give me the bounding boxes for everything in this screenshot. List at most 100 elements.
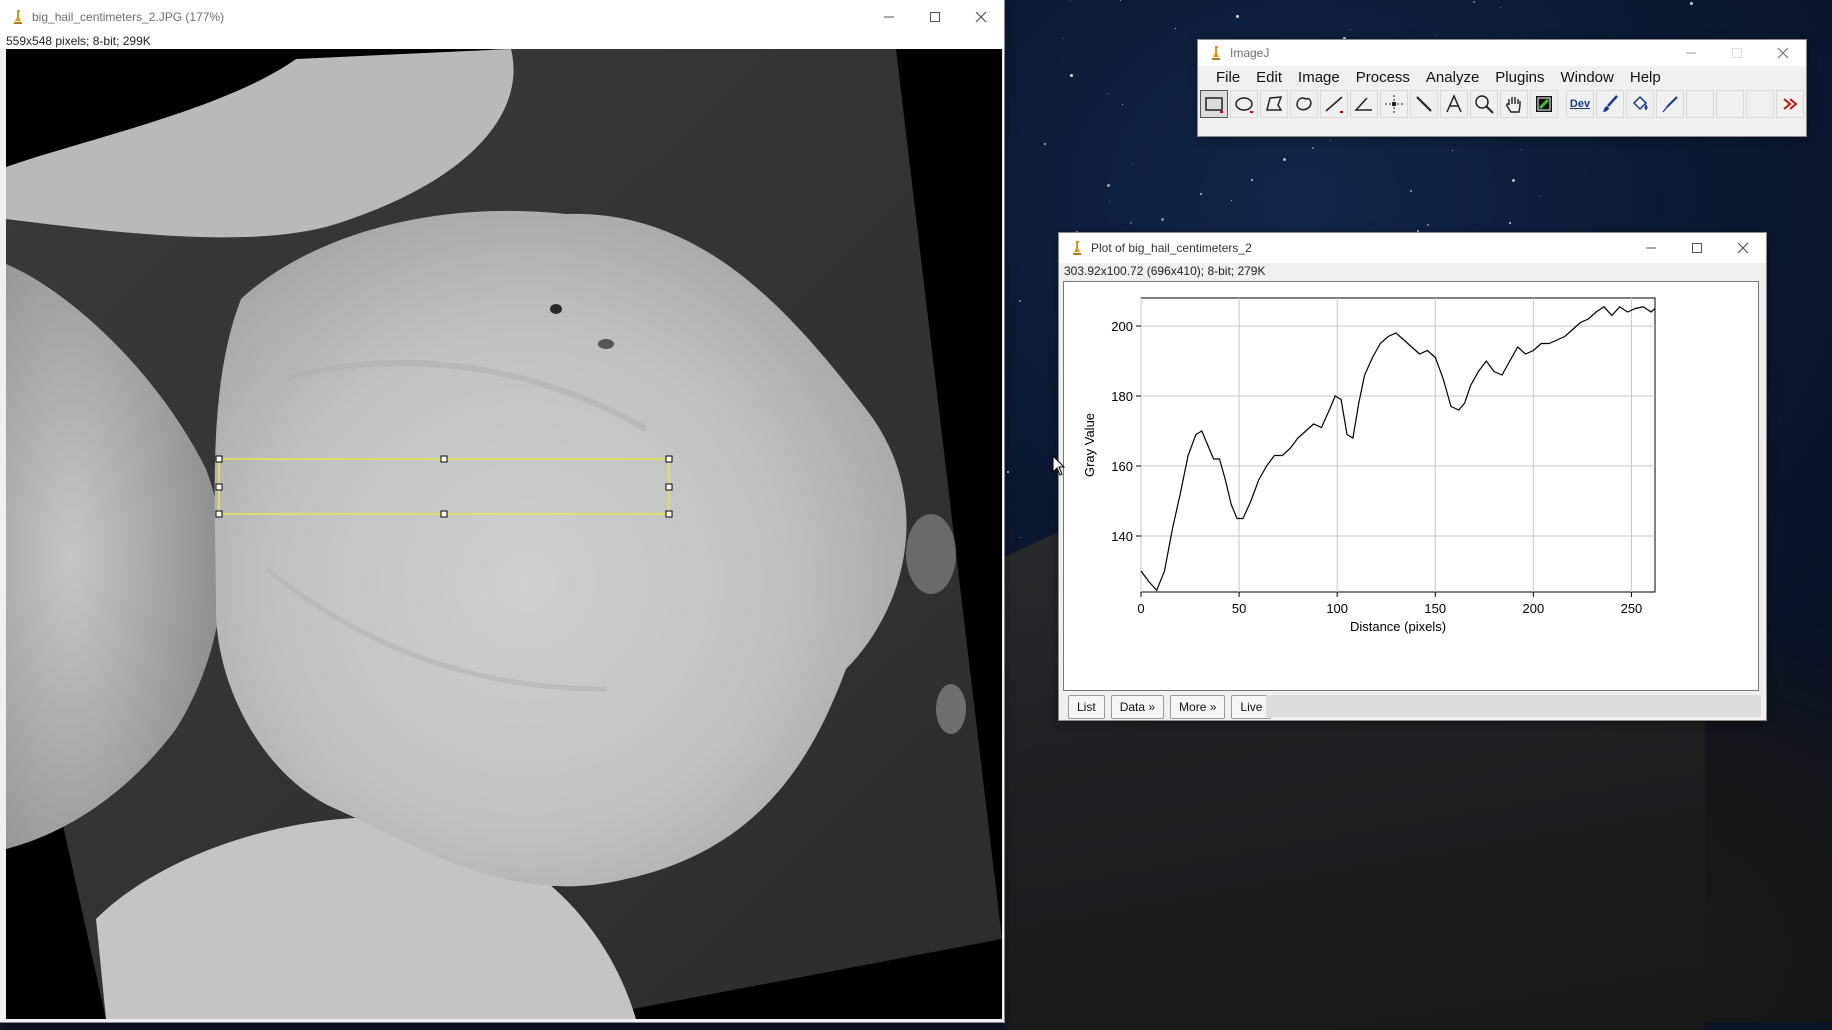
line-tool[interactable] — [1320, 90, 1348, 118]
star — [1070, 74, 1073, 77]
wand-icon — [1416, 96, 1432, 112]
close-button[interactable] — [1760, 40, 1806, 66]
maximize-button[interactable] — [912, 0, 958, 34]
flood-fill-tool[interactable] — [1626, 90, 1654, 118]
star — [1512, 179, 1515, 182]
star — [1200, 193, 1202, 195]
angle-tool[interactable] — [1350, 90, 1378, 118]
angle-icon — [1354, 97, 1372, 111]
pipette-tool[interactable] — [1656, 90, 1684, 118]
menu-image[interactable]: Image — [1290, 69, 1348, 86]
plot-button-row: List Data » More » Live — [1068, 695, 1277, 719]
star — [1120, 0, 1121, 1]
more-button[interactable]: More » — [1170, 695, 1226, 719]
star — [1132, 164, 1133, 165]
text-tool[interactable] — [1440, 90, 1468, 118]
close-button[interactable] — [1720, 233, 1766, 263]
y-tick-label: 180 — [1111, 389, 1133, 404]
star — [1283, 158, 1286, 161]
star — [1044, 143, 1046, 145]
paintbrush-tool[interactable] — [1596, 90, 1624, 118]
dev-tool-label: Dev — [1569, 98, 1591, 110]
star — [1020, 537, 1021, 538]
star — [1122, 104, 1123, 105]
empty-slot-2[interactable] — [1716, 90, 1744, 118]
minimize-button[interactable] — [1628, 233, 1674, 263]
y-tick-label: 140 — [1111, 529, 1133, 544]
plot-window-title: Plot of big_hail_centimeters_2 — [1091, 241, 1252, 255]
paintbrush-icon — [1603, 95, 1618, 112]
scroll-tool[interactable] — [1500, 90, 1528, 118]
image-window-titlebar[interactable]: big_hail_centimeters_2.JPG (177%) — [0, 0, 1004, 34]
minimize-button[interactable] — [1668, 40, 1714, 66]
hand-icon — [1506, 97, 1521, 113]
profile-line — [1140, 306, 1656, 592]
image-window[interactable]: big_hail_centimeters_2.JPG (177%) 559x54… — [0, 0, 1004, 1022]
star — [1690, 2, 1693, 5]
list-button[interactable]: List — [1068, 695, 1105, 719]
menu-process[interactable]: Process — [1348, 69, 1418, 86]
magnifier-icon — [1475, 95, 1494, 114]
freehand-tool[interactable] — [1290, 90, 1318, 118]
star — [1063, 38, 1064, 39]
star — [1236, 15, 1239, 18]
point-tool[interactable] — [1380, 90, 1408, 118]
star — [1251, 179, 1253, 181]
star — [1231, 200, 1232, 201]
menu-window[interactable]: Window — [1553, 69, 1622, 86]
maximize-button[interactable] — [1714, 40, 1760, 66]
line-icon — [1325, 96, 1343, 113]
star — [1435, 35, 1436, 36]
star — [1109, 201, 1110, 202]
star — [1175, 28, 1176, 29]
star — [1161, 218, 1164, 221]
plot-titlebar[interactable]: Plot of big_hail_centimeters_2 — [1059, 233, 1766, 263]
hail-image — [6, 49, 1002, 1019]
imagej-microscope-icon — [14, 10, 22, 24]
flood-fill-icon — [1632, 95, 1648, 111]
star — [1509, 222, 1511, 224]
imagej-microscope-icon — [1073, 241, 1081, 255]
plot-window[interactable]: Plot of big_hail_centimeters_2 303.92x10… — [1059, 233, 1766, 720]
star — [1539, 196, 1540, 197]
minimize-button[interactable] — [866, 0, 912, 34]
tool-bar: Dev — [1198, 88, 1806, 120]
color-picker-tool[interactable] — [1530, 90, 1558, 118]
imagej-main-window[interactable]: ImageJ File Edit Image Process Analyze P… — [1198, 40, 1806, 136]
oval-icon — [1235, 97, 1253, 113]
star — [1410, 190, 1412, 192]
menu-plugins[interactable]: Plugins — [1487, 69, 1552, 86]
x-tick-label: 0 — [1137, 601, 1144, 616]
more-tools[interactable] — [1776, 90, 1804, 118]
empty-slot-3[interactable] — [1746, 90, 1774, 118]
pipette-icon — [1662, 96, 1678, 113]
dev-tool[interactable]: Dev — [1566, 90, 1594, 118]
image-canvas[interactable] — [6, 49, 1002, 1019]
imagej-title: ImageJ — [1230, 46, 1270, 60]
wand-tool[interactable] — [1410, 90, 1438, 118]
star — [1427, 224, 1429, 226]
close-button[interactable] — [958, 0, 1004, 34]
oval-tool[interactable] — [1230, 90, 1258, 118]
data-button[interactable]: Data » — [1110, 695, 1165, 719]
menu-file[interactable]: File — [1208, 69, 1248, 86]
menu-analyze[interactable]: Analyze — [1418, 69, 1487, 86]
magnifier-tool[interactable] — [1470, 90, 1498, 118]
image-info: 559x548 pixels; 8-bit; 299K — [0, 34, 1004, 49]
imagej-titlebar[interactable]: ImageJ — [1198, 40, 1806, 66]
empty-slot-1[interactable] — [1686, 90, 1714, 118]
maximize-button[interactable] — [1674, 233, 1720, 263]
imagej-microscope-icon — [1212, 46, 1220, 60]
polygon-tool[interactable] — [1260, 90, 1288, 118]
plot-info: 303.92x100.72 (696x410); 8-bit; 279K — [1059, 263, 1766, 279]
star — [1500, 7, 1501, 8]
star — [1521, 149, 1522, 150]
menu-edit[interactable]: Edit — [1248, 69, 1290, 86]
menu-help[interactable]: Help — [1622, 69, 1669, 86]
x-tick-label: 150 — [1424, 601, 1446, 616]
rectangle-tool[interactable] — [1200, 90, 1228, 118]
plot-canvas[interactable]: 0 50 100 150 200 250 140 160 180 200 Distance (pix… — [1063, 281, 1759, 691]
star — [1473, 1, 1475, 3]
star — [1350, 29, 1351, 30]
star — [1312, 147, 1314, 149]
